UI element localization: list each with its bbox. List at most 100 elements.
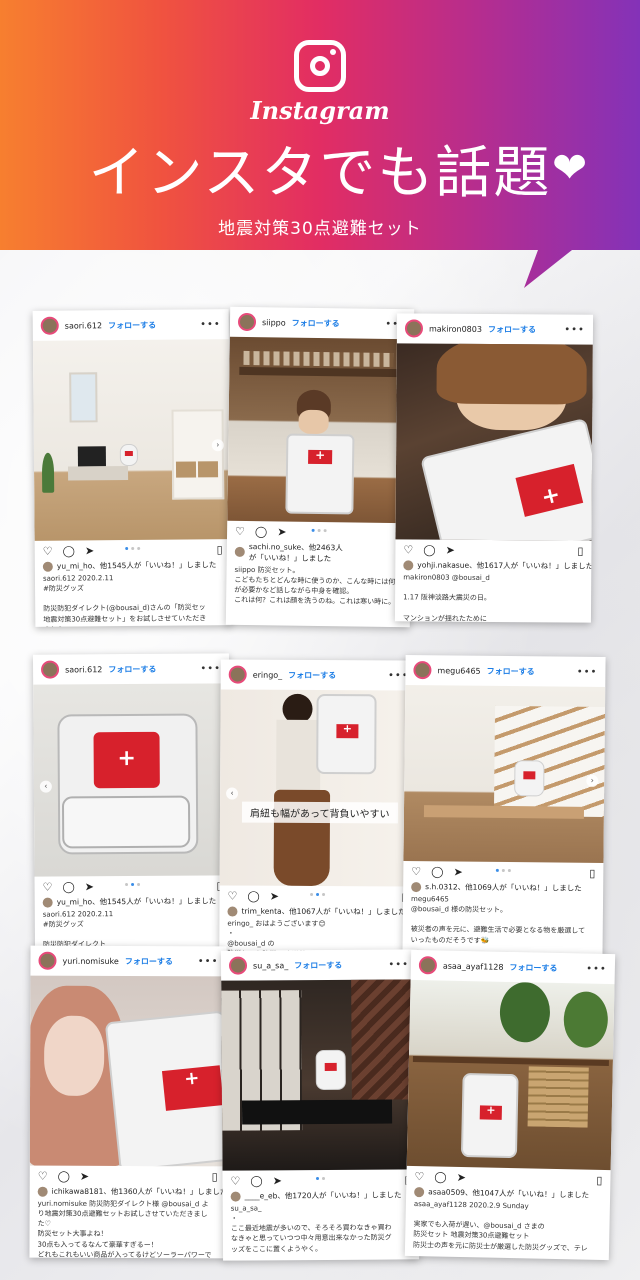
- post-username[interactable]: asaa_ayaf1128: [443, 961, 504, 971]
- avatar[interactable]: [404, 319, 424, 338]
- heart-icon[interactable]: ♡: [43, 880, 53, 893]
- prev-arrow-icon[interactable]: ‹: [226, 787, 239, 800]
- emergency-kit: +: [285, 433, 355, 515]
- instagram-post-card[interactable]: saori.612フォローする••• + ‹ ♡◯➤▯ yu_mi_ho、他15…: [32, 653, 232, 955]
- avatar[interactable]: [228, 956, 248, 975]
- follow-button[interactable]: フォローする: [509, 961, 557, 973]
- share-icon[interactable]: ➤: [85, 880, 94, 893]
- comment-icon[interactable]: ◯: [255, 525, 267, 538]
- heart-icon[interactable]: ♡: [43, 544, 53, 557]
- post-actions: ♡◯➤▯: [222, 1169, 418, 1190]
- heart-icon[interactable]: ♡: [403, 543, 413, 556]
- instagram-post-card[interactable]: megu6465 フォローする ••• › ♡ ◯ ➤ ▯ s.h.0312、他1069人…: [402, 654, 606, 964]
- comment-icon[interactable]: ◯: [63, 544, 75, 557]
- comment-icon[interactable]: ◯: [434, 1170, 447, 1183]
- bookmark-icon[interactable]: ▯: [596, 1173, 602, 1186]
- post-caption: makiron0803 @bousai_d 1.17 阪神淡路大震災の日。 マン…: [402, 573, 491, 623]
- follow-button[interactable]: フォローする: [488, 323, 536, 334]
- instagram-post-card[interactable]: asaa_ayaf1128 フォローする ••• + ♡ ◯ ➤ ▯ asaa0509、他…: [404, 949, 616, 1261]
- heart-icon[interactable]: ♡: [230, 1174, 240, 1187]
- emergency-kit: +: [316, 693, 377, 775]
- share-icon[interactable]: ➤: [453, 865, 462, 878]
- avatar[interactable]: [40, 660, 60, 679]
- follow-button[interactable]: フォローする: [294, 959, 342, 970]
- bookmark-icon[interactable]: ▯: [217, 543, 223, 556]
- avatar: [37, 1186, 48, 1197]
- likes-text: sachi.no_suke、他2463人 が「いいね！」しました: [227, 541, 411, 566]
- more-options-icon[interactable]: •••: [586, 963, 607, 974]
- next-arrow-icon[interactable]: ›: [211, 439, 224, 452]
- bookmark-icon[interactable]: ▯: [589, 866, 595, 879]
- prev-arrow-icon[interactable]: ‹: [39, 780, 52, 793]
- avatar[interactable]: [418, 956, 438, 975]
- follow-button[interactable]: フォローする: [108, 319, 156, 330]
- follow-button[interactable]: フォローする: [125, 955, 173, 966]
- post-actions: ♡◯➤▯: [35, 875, 231, 896]
- share-icon[interactable]: ➤: [270, 889, 279, 902]
- share-icon[interactable]: ➤: [85, 544, 94, 557]
- post-username[interactable]: siippo: [262, 318, 286, 327]
- more-options-icon[interactable]: •••: [200, 319, 221, 330]
- instagram-post-card[interactable]: saori.612 フォローする ••• › ♡ ◯ ➤ ▯ yu_mi_ho、他1545…: [32, 309, 232, 627]
- comment-icon[interactable]: ◯: [62, 880, 74, 893]
- share-icon[interactable]: ➤: [457, 1170, 466, 1183]
- comment-icon[interactable]: ◯: [58, 1169, 70, 1182]
- comment-icon[interactable]: ◯: [431, 865, 443, 878]
- carousel-dots: [310, 892, 326, 897]
- share-icon[interactable]: ➤: [277, 525, 286, 538]
- heart-icon[interactable]: ♡: [411, 865, 421, 878]
- comment-icon[interactable]: ◯: [247, 889, 259, 902]
- post-caption: su_a_sa_ ・ ここ最近地震が多いので、そろそろ買わなきゃ買わ なきゃと思…: [230, 1204, 392, 1254]
- post-photo: +: [227, 336, 414, 524]
- avatar[interactable]: [40, 316, 59, 335]
- instagram-post-card[interactable]: eringo_フォローする••• + 肩紐も幅があって背負いやすい ‹ ♡◯➤▯…: [219, 659, 417, 961]
- more-options-icon[interactable]: •••: [564, 324, 585, 335]
- avatar: [42, 897, 53, 908]
- emergency-kit: +: [460, 1073, 519, 1159]
- more-options-icon[interactable]: •••: [198, 956, 219, 967]
- next-arrow-icon[interactable]: ›: [586, 774, 599, 787]
- post-username[interactable]: megu6465: [437, 666, 480, 675]
- instagram-post-card[interactable]: makiron0803 フォローする ••• + ♡ ◯ ➤ ▯ yohji.nakasu…: [394, 313, 594, 623]
- post-username[interactable]: makiron0803: [429, 324, 482, 333]
- heart-icon[interactable]: ♡: [228, 889, 238, 902]
- comment-icon[interactable]: ◯: [423, 543, 435, 556]
- more-options-icon[interactable]: •••: [388, 959, 409, 970]
- instagram-post-card[interactable]: siippoフォローする••• + ♡◯➤▯ sachi.no_suke、他24…: [225, 306, 415, 628]
- emergency-kit: [315, 1049, 346, 1091]
- post-username[interactable]: saori.612: [65, 665, 102, 674]
- avatar[interactable]: [237, 312, 257, 332]
- more-options-icon[interactable]: •••: [577, 666, 598, 677]
- instagram-post-card[interactable]: yuri.nomisuke フォローする ••• + ♡ ◯ ➤ ▯ ichikawa81…: [29, 945, 227, 1259]
- emergency-kit: +: [420, 417, 593, 541]
- post-username[interactable]: yuri.nomisuke: [62, 956, 118, 965]
- post-username[interactable]: su_a_sa_: [253, 961, 288, 970]
- follow-button[interactable]: フォローする: [292, 317, 340, 329]
- likes-text: yohji.nakasue、他1617人が「いいね！」しました: [395, 559, 593, 571]
- avatar[interactable]: [38, 951, 57, 970]
- share-icon[interactable]: ➤: [446, 543, 455, 556]
- post-actions: ♡ ◯ ➤ ▯: [395, 539, 591, 560]
- bookmark-icon[interactable]: ▯: [212, 1170, 218, 1183]
- emergency-kit: [514, 760, 545, 797]
- avatar[interactable]: [228, 665, 247, 684]
- heart-icon[interactable]: ♡: [38, 1169, 48, 1182]
- post-username[interactable]: saori.612: [65, 321, 102, 330]
- bookmark-icon[interactable]: ▯: [577, 544, 583, 557]
- post-actions: ♡ ◯ ➤ ▯: [35, 539, 231, 561]
- likes-text: trim_kenta、他1067人が「いいね！」しました: [219, 905, 415, 917]
- instagram-post-card[interactable]: su_a_sa_フォローする••• ♡◯➤▯ ____e_eb、他1720人が「…: [220, 949, 420, 1261]
- avatar: [227, 906, 238, 917]
- share-icon[interactable]: ➤: [80, 1169, 89, 1182]
- heart-icon[interactable]: ♡: [414, 1170, 424, 1183]
- share-icon[interactable]: ➤: [273, 1174, 282, 1187]
- comment-icon[interactable]: ◯: [250, 1174, 262, 1187]
- post-caption: saori.612 2020.2.11 #防災グッズ 防災防犯ダイレクト(@bo…: [42, 574, 207, 627]
- follow-button[interactable]: フォローする: [487, 665, 535, 677]
- heart-icon[interactable]: ♡: [235, 524, 245, 537]
- more-options-icon[interactable]: •••: [200, 663, 221, 674]
- follow-button[interactable]: フォローする: [108, 663, 156, 674]
- post-username[interactable]: eringo_: [253, 670, 283, 679]
- follow-button[interactable]: フォローする: [288, 669, 336, 680]
- avatar[interactable]: [413, 661, 432, 680]
